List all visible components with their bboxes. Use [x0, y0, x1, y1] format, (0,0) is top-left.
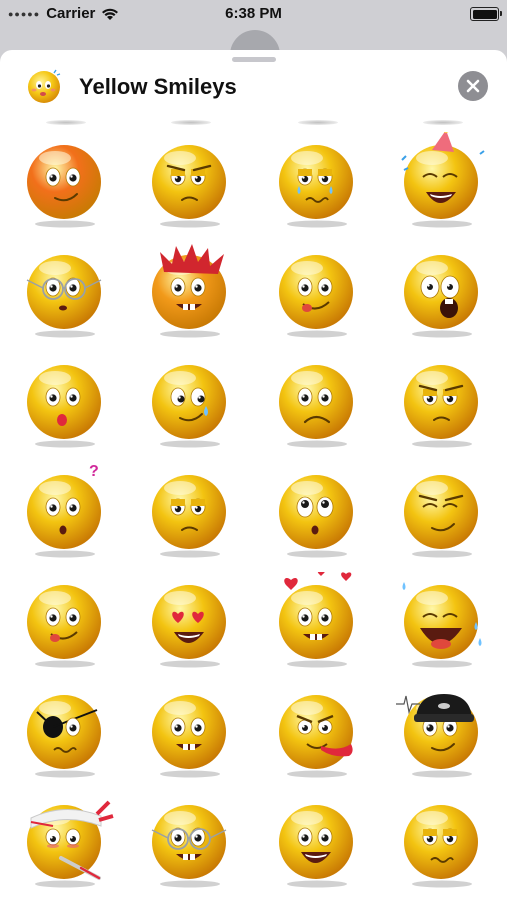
battery-icon: [470, 7, 502, 21]
sheet-title: Yellow Smileys: [79, 74, 237, 99]
smiley-app-icon: [28, 69, 61, 103]
sheet-header: Yellow Smileys: [0, 64, 507, 112]
laughing-smiley-sticker[interactable]: [392, 572, 492, 672]
sticker-sheet: Yellow Smileys ?: [0, 50, 507, 910]
toothy-smiley-sticker[interactable]: [140, 682, 240, 782]
tongue-smiley-face-icon: [279, 255, 353, 338]
heart-eyes-smiley-sticker[interactable]: [140, 572, 240, 672]
spiky-hair-smiley-face-icon: [152, 244, 226, 338]
pirate-smiley-sticker[interactable]: [15, 682, 115, 782]
happy-smiley-sticker[interactable]: [267, 792, 367, 892]
raspberry-smiley-sticker[interactable]: [267, 682, 367, 782]
pirate-smiley-face-icon: [27, 695, 101, 778]
raspberry-smiley-face-icon: [279, 695, 353, 778]
annoyed-smiley-sticker[interactable]: [392, 352, 492, 452]
orange-smiley-sticker[interactable]: [15, 132, 115, 232]
love-smiley-face-icon: [279, 572, 353, 668]
sheet-grabber[interactable]: [232, 57, 276, 62]
toothy-smiley-face-icon: [152, 695, 226, 778]
love-smiley-sticker[interactable]: [267, 572, 367, 672]
cap-smiley-face-icon: [396, 694, 478, 778]
yum-smiley-sticker[interactable]: [15, 572, 115, 672]
status-bar: ●●●●● Carrier 6:38 PM: [0, 0, 507, 28]
worried-smiley-face-icon: [152, 475, 226, 558]
sick-smiley-sticker[interactable]: [15, 792, 115, 892]
svg-text:?: ?: [89, 463, 99, 480]
previous-row-shadows: [0, 120, 507, 128]
kiss-smiley-sticker[interactable]: [15, 352, 115, 452]
spiky-hair-smiley-sticker[interactable]: [140, 242, 240, 342]
teary-smiley-sticker[interactable]: [267, 132, 367, 232]
confused-smiley-sticker[interactable]: ?: [15, 462, 115, 562]
happy-smiley-face-icon: [279, 805, 353, 888]
confused-smiley-face-icon: ?: [27, 463, 101, 558]
grumpy-smiley-face-icon: [152, 145, 226, 228]
side-look-smiley-face-icon: [152, 365, 226, 448]
sad-smiley-face-icon: [279, 365, 353, 448]
side-look-smiley-sticker[interactable]: [140, 352, 240, 452]
surprised-smiley-face-icon: [279, 475, 353, 558]
scared-smiley-sticker[interactable]: [392, 242, 492, 342]
close-icon: [466, 79, 480, 93]
glasses-smiley-face-icon: [26, 255, 102, 338]
pleading-smiley-face-icon: [404, 805, 478, 888]
nerd-smiley-face-icon: [151, 805, 227, 888]
cap-smiley-sticker[interactable]: [392, 682, 492, 782]
pleading-smiley-sticker[interactable]: [392, 792, 492, 892]
orange-smiley-face-icon: [27, 145, 101, 228]
teary-smiley-face-icon: [279, 145, 353, 228]
annoyed-smiley-face-icon: [404, 365, 478, 448]
scared-smiley-face-icon: [404, 255, 478, 338]
party-hat-smiley-face-icon: [401, 132, 485, 228]
laughing-smiley-face-icon: [402, 582, 482, 668]
grumpy-smiley-sticker[interactable]: [140, 132, 240, 232]
party-hat-smiley-sticker[interactable]: [392, 132, 492, 232]
devious-smiley-face-icon: [404, 475, 478, 558]
close-button[interactable]: [458, 71, 488, 101]
surprised-smiley-sticker[interactable]: [267, 462, 367, 562]
tongue-smiley-sticker[interactable]: [267, 242, 367, 342]
kiss-smiley-face-icon: [27, 365, 101, 448]
sad-smiley-sticker[interactable]: [267, 352, 367, 452]
devious-smiley-sticker[interactable]: [392, 462, 492, 562]
worried-smiley-sticker[interactable]: [140, 462, 240, 562]
yum-smiley-face-icon: [27, 585, 101, 668]
nerd-smiley-sticker[interactable]: [140, 792, 240, 892]
status-time: 6:38 PM: [225, 5, 282, 22]
glasses-smiley-sticker[interactable]: [15, 242, 115, 342]
heart-eyes-smiley-face-icon: [152, 585, 226, 668]
sick-smiley-face-icon: [27, 800, 114, 888]
